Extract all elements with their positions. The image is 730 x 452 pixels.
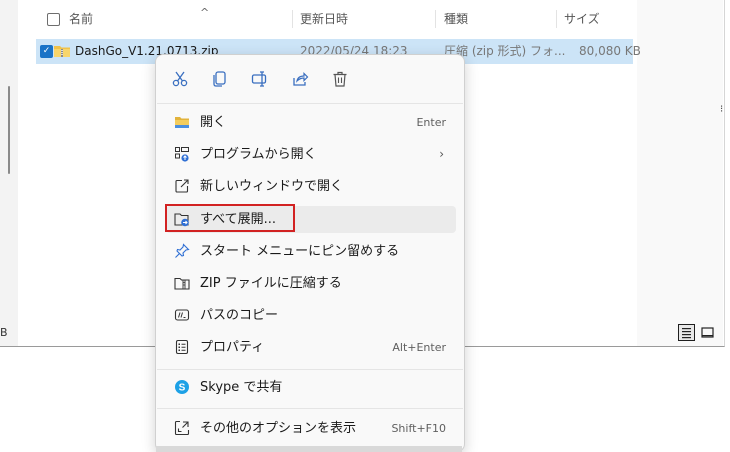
menu-item-shortcut: Shift+F10	[391, 422, 446, 435]
share-button[interactable]	[288, 67, 312, 91]
tiles-view-button[interactable]	[699, 324, 716, 341]
column-header-row: ^ 名前 更新日時 種類 サイズ	[36, 6, 636, 30]
extract-icon	[174, 213, 189, 227]
skype-icon: S	[175, 380, 189, 394]
menu-item-label: 新しいウィンドウで開く	[200, 179, 344, 194]
pin-icon	[175, 243, 190, 258]
share-icon	[293, 72, 309, 86]
menu-item-shortcut: Enter	[416, 116, 446, 129]
menu-separator	[157, 369, 463, 370]
status-bar-text: B	[0, 326, 8, 339]
cut-button[interactable]	[168, 67, 192, 91]
resize-marker: ⁝	[720, 104, 724, 115]
delete-icon	[333, 71, 347, 87]
more-options-icon	[174, 420, 190, 436]
svg-text:S: S	[179, 383, 186, 394]
row-checkbox[interactable]: ✓	[40, 45, 53, 58]
menu-item-label: Skype で共有	[200, 380, 283, 395]
details-view-icon	[682, 328, 691, 339]
open-with-icon	[175, 147, 189, 162]
folder-icon	[175, 117, 189, 128]
copy-button[interactable]	[208, 67, 232, 91]
partial-background-strip	[156, 446, 462, 452]
sort-caret-icon[interactable]: ^	[200, 6, 209, 19]
menu-item-label: プロパティ	[200, 340, 265, 355]
column-modified[interactable]: 更新日時	[300, 8, 348, 30]
quick-action-bar	[156, 55, 464, 103]
menu-item-share-skype[interactable]: S Skype で共有	[166, 374, 456, 401]
column-divider[interactable]	[435, 10, 436, 28]
rename-icon	[251, 71, 267, 87]
menu-item-label: 開く	[200, 115, 227, 130]
new-window-icon	[175, 179, 189, 193]
column-divider[interactable]	[292, 10, 293, 28]
tiles-view-icon	[701, 327, 714, 338]
menu-item-label: すべて展開...	[200, 212, 276, 227]
menu-item-copy-path[interactable]: パスのコピー	[166, 302, 456, 329]
menu-item-properties[interactable]: プロパティ Alt+Enter	[166, 334, 456, 361]
left-scrollbar[interactable]	[8, 86, 10, 174]
menu-item-more-options[interactable]: その他のオプションを表示 Shift+F10	[166, 415, 456, 442]
context-menu: 開く Enter プログラムから開く › 新しいウィンドウで開く すべて展開..…	[155, 54, 465, 452]
menu-item-extract-all[interactable]: すべて展開...	[166, 206, 456, 233]
cut-icon	[172, 71, 188, 87]
rename-button[interactable]	[248, 67, 272, 91]
copy-icon	[213, 71, 226, 87]
select-all-checkbox[interactable]	[47, 13, 60, 26]
column-type[interactable]: 種類	[444, 8, 468, 30]
details-view-button[interactable]	[678, 324, 695, 341]
column-divider[interactable]	[556, 10, 557, 28]
properties-icon	[175, 339, 189, 355]
menu-item-open-with[interactable]: プログラムから開く ›	[166, 141, 456, 168]
menu-item-label: プログラムから開く	[200, 147, 317, 162]
menu-item-pin-to-start[interactable]: スタート メニューにピン留めする	[166, 238, 456, 265]
menu-item-open-new-window[interactable]: 新しいウィンドウで開く	[166, 173, 456, 200]
menu-item-label: その他のオプションを表示	[200, 421, 357, 436]
menu-item-compress-zip[interactable]: ZIP ファイルに圧縮する	[166, 270, 456, 297]
zip-compress-icon	[174, 277, 190, 290]
column-name[interactable]: 名前	[69, 8, 93, 30]
menu-item-label: パスのコピー	[200, 308, 279, 323]
empty-pane-area	[637, 0, 723, 346]
delete-button[interactable]	[328, 67, 352, 91]
file-size: 80,080 KB	[579, 44, 641, 58]
column-size[interactable]: サイズ	[564, 8, 600, 30]
menu-item-shortcut: Alt+Enter	[392, 341, 446, 354]
menu-item-label: スタート メニューにピン留めする	[200, 244, 400, 259]
copy-path-icon	[174, 309, 190, 321]
menu-separator	[157, 408, 463, 409]
menu-separator	[157, 103, 463, 104]
submenu-chevron-icon: ›	[439, 147, 444, 161]
zip-folder-icon	[54, 46, 70, 57]
menu-item-open[interactable]: 開く Enter	[166, 109, 456, 136]
menu-item-label: ZIP ファイルに圧縮する	[200, 276, 342, 291]
